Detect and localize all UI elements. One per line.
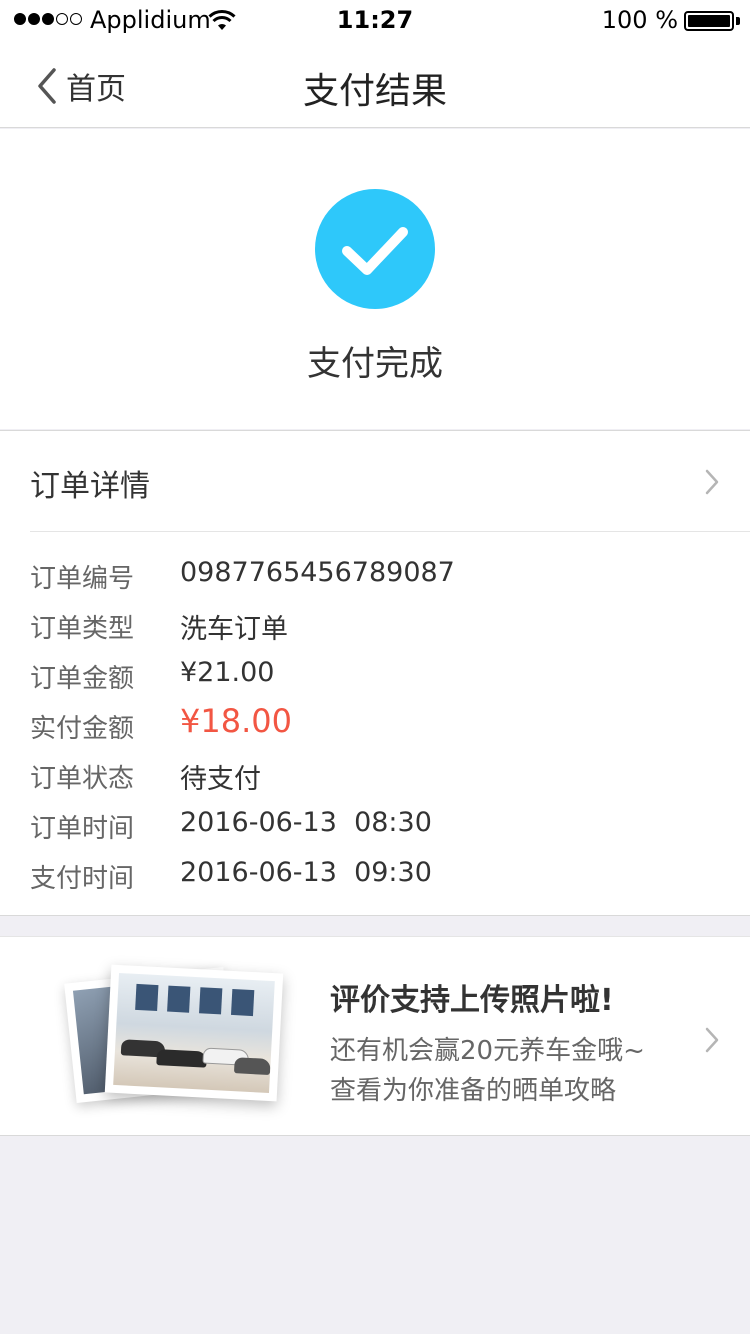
order-row-number: 订单编号 0987765456789087	[30, 556, 720, 606]
order-value: 洗车订单	[180, 614, 288, 645]
paid-amount-value: ¥18.00	[180, 702, 292, 740]
result-text: 支付完成	[307, 344, 443, 384]
showroom-photo	[104, 964, 284, 1102]
order-value: 2016-06-13 08:30	[180, 807, 432, 838]
order-row-amount: 订单金额 ¥21.00	[30, 656, 720, 706]
order-label: 支付时间	[30, 864, 135, 894]
order-value: ¥21.00	[180, 657, 275, 688]
status-bar: Applidium 11:27 100 %	[0, 0, 750, 40]
order-details-card: 订单详情 订单编号 0987765456789087 订单类型 洗车订单 订单金…	[0, 430, 750, 916]
promo-subtitle: 还有机会赢20元养车金哦~	[330, 1036, 645, 1066]
chevron-right-icon	[705, 469, 719, 495]
battery-icon	[684, 11, 734, 31]
order-label: 订单时间	[30, 814, 135, 844]
battery-tip	[736, 17, 740, 25]
order-value: 2016-06-13 09:30	[180, 857, 432, 888]
order-label: 实付金额	[30, 714, 135, 744]
promo-title: 评价支持上传照片啦!	[330, 983, 614, 1018]
order-details-title: 订单详情	[30, 469, 150, 504]
order-row-status: 订单状态 待支付	[30, 756, 720, 806]
order-row-pay-time: 支付时间 2016-06-13 09:30	[30, 856, 720, 906]
screen: Applidium 11:27 100 % 首页 支付结果 支付完成 订单详情 …	[0, 0, 750, 1334]
page-title: 支付结果	[302, 71, 447, 112]
order-info-list: 订单编号 0987765456789087 订单类型 洗车订单 订单金额 ¥21…	[30, 556, 720, 906]
chevron-right-icon	[705, 1027, 719, 1053]
nav-bar: 首页 支付结果	[0, 40, 750, 128]
promo-subtitle: 查看为你准备的晒单攻略	[330, 1076, 617, 1106]
review-promo-banner[interactable]: 评价支持上传照片啦! 还有机会赢20元养车金哦~ 查看为你准备的晒单攻略	[0, 936, 750, 1136]
check-circle-icon	[315, 189, 435, 309]
order-details-link[interactable]: 订单详情	[0, 431, 750, 531]
order-value: 待支付	[180, 764, 261, 795]
order-row-paid-amount: 实付金额 ¥18.00	[30, 702, 720, 756]
order-value: 0987765456789087	[180, 557, 455, 588]
battery-percent: 100 %	[601, 6, 678, 34]
order-label: 订单编号	[30, 564, 135, 594]
payment-result: 支付完成	[0, 129, 750, 429]
divider	[30, 531, 750, 532]
order-row-type: 订单类型 洗车订单	[30, 606, 720, 656]
order-row-order-time: 订单时间 2016-06-13 08:30	[30, 806, 720, 856]
order-label: 订单金额	[30, 664, 135, 694]
order-label: 订单类型	[30, 614, 135, 644]
order-label: 订单状态	[30, 764, 135, 794]
